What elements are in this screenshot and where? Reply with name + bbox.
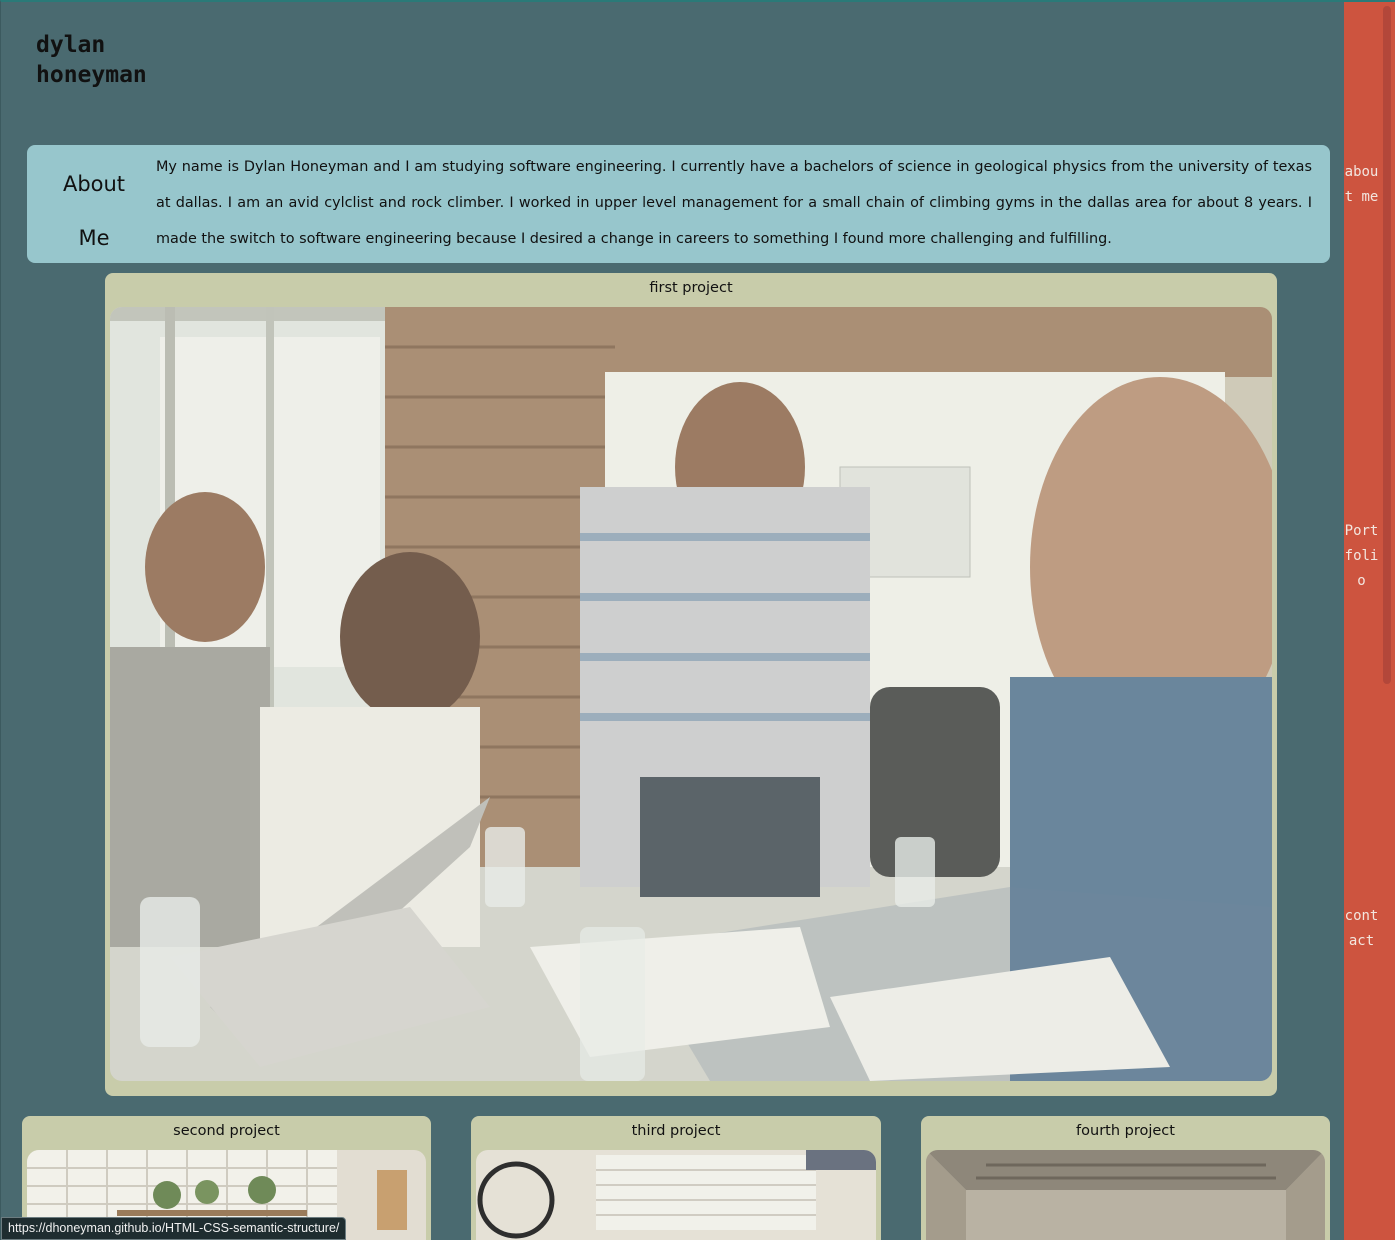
project-title-first[interactable]: first project bbox=[105, 273, 1277, 303]
site-title-first-name: dylan bbox=[36, 32, 106, 58]
about-heading-line1: About bbox=[62, 172, 126, 196]
nav-link-contact[interactable]: contact bbox=[1344, 904, 1379, 954]
nav-link-about-me[interactable]: about me bbox=[1344, 160, 1379, 210]
about-heading-line2: Me bbox=[78, 226, 110, 250]
about-me-text: My name is Dylan Honeyman and I am study… bbox=[156, 159, 1312, 247]
project-image-third[interactable] bbox=[476, 1150, 876, 1240]
project-card-third[interactable]: third project bbox=[471, 1116, 881, 1240]
bicycle-photo bbox=[476, 1150, 876, 1240]
ceiling-photo bbox=[926, 1150, 1325, 1240]
scrollbar-thumb[interactable] bbox=[1383, 6, 1391, 684]
site-title-last-name: honeyman bbox=[36, 62, 147, 88]
project-image-first[interactable] bbox=[110, 307, 1272, 1081]
site-title: dylan honeyman bbox=[36, 30, 147, 90]
about-me-heading: About Me bbox=[49, 157, 139, 265]
nav-link-portfolio[interactable]: Portfolio bbox=[1344, 519, 1379, 594]
project-image-fourth[interactable] bbox=[926, 1150, 1325, 1240]
about-me-section: About Me My name is Dylan Honeyman and I… bbox=[27, 145, 1330, 263]
link-status-bar: https://dhoneyman.github.io/HTML-CSS-sem… bbox=[1, 1217, 347, 1240]
project-title-fourth[interactable]: fourth project bbox=[921, 1116, 1330, 1146]
project-title-third[interactable]: third project bbox=[471, 1116, 881, 1146]
project-card-fourth[interactable]: fourth project bbox=[921, 1116, 1330, 1240]
meeting-photo bbox=[110, 307, 1272, 1081]
project-card-first[interactable]: first project bbox=[105, 273, 1277, 1096]
project-title-second[interactable]: second project bbox=[22, 1116, 431, 1146]
side-navigation: about me Portfolio contact bbox=[1344, 2, 1379, 1240]
